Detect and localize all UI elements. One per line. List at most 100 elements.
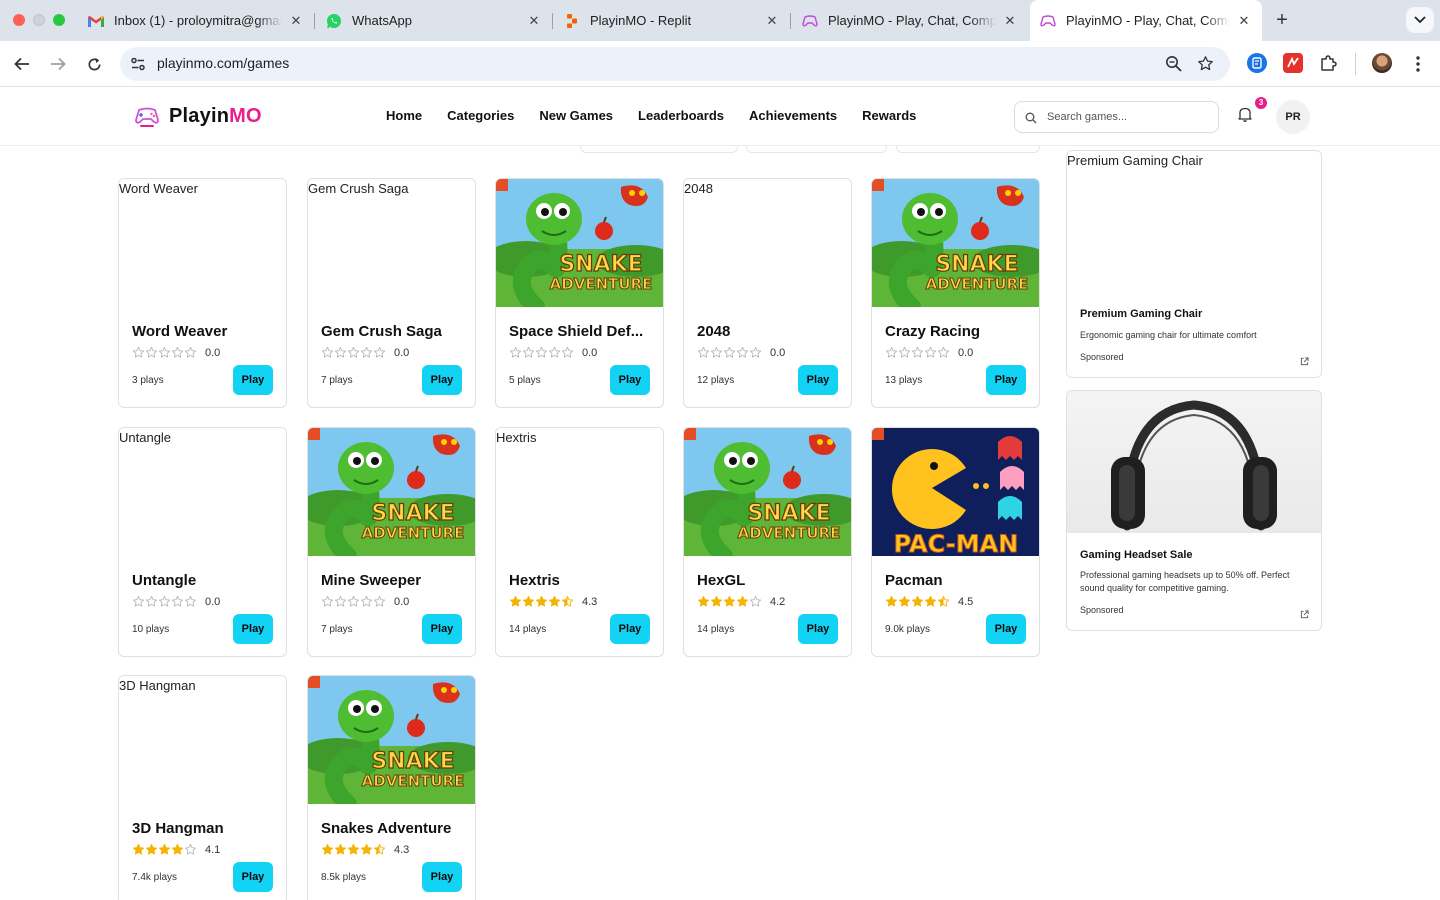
game-thumbnail[interactable]: SNAKE ADVENTURE — [684, 428, 851, 565]
browser-tab-replit[interactable]: PlayinMO - Replit ✕ — [554, 6, 790, 35]
game-title[interactable]: Pacman — [885, 572, 1030, 589]
bookmark-star-icon[interactable] — [1197, 55, 1213, 71]
nav-leaderboards[interactable]: Leaderboards — [638, 108, 724, 123]
play-count: 10 plays — [132, 624, 170, 635]
game-title[interactable]: HexGL — [697, 572, 842, 589]
profile-avatar[interactable] — [1372, 53, 1392, 73]
play-button[interactable]: Play — [610, 614, 650, 644]
game-thumbnail[interactable]: Hextris — [496, 428, 663, 556]
game-card[interactable]: 3D Hangman 3D Hangman 4.1 7.4k plays Play — [118, 675, 287, 900]
nav-new-games[interactable]: New Games — [539, 108, 613, 123]
snake-subtitle-text: ADVENTURE — [738, 524, 841, 542]
play-button[interactable]: Play — [422, 614, 462, 644]
play-button[interactable]: Play — [798, 614, 838, 644]
play-button[interactable]: Play — [233, 614, 273, 644]
snake-title-text: SNAKE — [935, 252, 1018, 277]
game-title[interactable]: 3D Hangman — [132, 820, 277, 837]
game-title[interactable]: 2048 — [697, 323, 842, 340]
ad-card-gaming-headset[interactable]: Gaming Headset Sale Professional gaming … — [1066, 390, 1322, 631]
reload-button[interactable] — [82, 52, 106, 76]
game-thumbnail[interactable]: Untangle — [119, 428, 286, 556]
site-settings-icon[interactable] — [130, 56, 146, 77]
game-card[interactable]: Word Weaver Word Weaver 0.0 3 plays Play — [118, 178, 287, 408]
game-card[interactable]: Untangle Untangle 0.0 10 plays Play — [118, 427, 287, 657]
game-thumbnail[interactable]: SNAKE ADVENTURE — [308, 676, 475, 813]
game-thumbnail[interactable]: PAC-MAN — [872, 428, 1039, 559]
game-card[interactable]: SNAKE ADVENTURE Mine Sweeper 0.0 7 plays… — [307, 427, 476, 657]
play-button[interactable]: Play — [422, 365, 462, 395]
tab-search-button[interactable] — [1406, 7, 1434, 33]
star-icon — [561, 595, 574, 607]
window-close-button[interactable] — [13, 14, 25, 26]
close-icon[interactable]: ✕ — [288, 13, 304, 29]
game-thumbnail[interactable]: SNAKE ADVENTURE — [872, 179, 1039, 316]
star-icon — [347, 595, 360, 607]
game-title[interactable]: Untangle — [132, 572, 277, 589]
star-icon — [321, 595, 334, 607]
game-thumbnail[interactable]: Gem Crush Saga — [308, 179, 475, 307]
extension-translate-icon[interactable] — [1247, 53, 1267, 73]
play-button[interactable]: Play — [610, 365, 650, 395]
game-card[interactable]: SNAKE ADVENTURE Space Shield Def... 0.0 … — [495, 178, 664, 408]
extensions-puzzle-icon[interactable] — [1318, 53, 1338, 73]
close-icon[interactable]: ✕ — [764, 13, 780, 29]
site-logo[interactable]: PlayinMO — [134, 103, 262, 129]
game-title[interactable]: Space Shield Def... — [509, 323, 654, 340]
new-tab-button[interactable]: + — [1272, 10, 1292, 30]
star-icon — [334, 346, 347, 358]
zoom-icon[interactable] — [1165, 55, 1182, 77]
address-bar[interactable]: playinmo.com/games — [120, 47, 1230, 81]
game-card[interactable]: Gem Crush Saga Gem Crush Saga 0.0 7 plays… — [307, 178, 476, 408]
search-input[interactable] — [1047, 108, 1212, 126]
browser-tab-playinmo[interactable]: PlayinMO - Play, Chat, Compete ✕ — [792, 6, 1028, 35]
game-thumbnail[interactable]: SNAKE ADVENTURE — [308, 428, 475, 565]
browser-tab-playinmo-active[interactable]: PlayinMO - Play, Chat, Compete ✕ — [1030, 0, 1262, 41]
star-icon — [184, 346, 197, 358]
game-card[interactable]: PAC-MAN Pacman 4.5 9.0k plays Play — [871, 427, 1040, 657]
nav-categories[interactable]: Categories — [447, 108, 514, 123]
game-title[interactable]: Word Weaver — [132, 323, 277, 340]
back-button[interactable] — [10, 52, 34, 76]
play-button[interactable]: Play — [233, 862, 273, 892]
game-thumbnail[interactable]: 2048 — [684, 179, 851, 307]
browser-tab-gmail[interactable]: Inbox (1) - proloymitra@gmail.com ✕ — [78, 6, 314, 35]
game-title[interactable]: Crazy Racing — [885, 323, 1030, 340]
play-button[interactable]: Play — [233, 365, 273, 395]
window-minimize-button[interactable] — [33, 14, 45, 26]
game-card[interactable]: SNAKE ADVENTURE Crazy Racing 0.0 13 play… — [871, 178, 1040, 408]
game-card[interactable]: SNAKE ADVENTURE HexGL 4.2 14 plays Play — [683, 427, 852, 657]
user-avatar[interactable]: PR — [1276, 100, 1310, 134]
game-card[interactable]: SNAKE ADVENTURE Snakes Adventure 4.3 8.5… — [307, 675, 476, 900]
game-title[interactable]: Gem Crush Saga — [321, 323, 466, 340]
play-button[interactable]: Play — [986, 614, 1026, 644]
nav-rewards[interactable]: Rewards — [862, 108, 916, 123]
game-thumbnail[interactable]: Word Weaver — [119, 179, 286, 307]
star-icon — [132, 843, 145, 855]
ad-card-gaming-chair[interactable]: Premium Gaming Chair Premium Gaming Chai… — [1066, 150, 1322, 378]
play-button[interactable]: Play — [798, 365, 838, 395]
extension-pdf-icon[interactable] — [1283, 53, 1303, 73]
close-icon[interactable]: ✕ — [1236, 13, 1252, 29]
external-link-icon[interactable] — [1300, 353, 1309, 371]
nav-achievements[interactable]: Achievements — [749, 108, 837, 123]
external-link-icon[interactable] — [1300, 606, 1309, 624]
notification-bell-icon[interactable] — [1238, 106, 1252, 127]
game-thumbnail[interactable]: SNAKE ADVENTURE — [496, 179, 663, 316]
play-button[interactable]: Play — [422, 862, 462, 892]
game-title[interactable]: Snakes Adventure — [321, 820, 466, 837]
play-button[interactable]: Play — [986, 365, 1026, 395]
game-title[interactable]: Hextris — [509, 572, 654, 589]
menu-button[interactable] — [1406, 52, 1430, 76]
window-maximize-button[interactable] — [53, 14, 65, 26]
forward-button[interactable] — [46, 52, 70, 76]
close-icon[interactable]: ✕ — [526, 13, 542, 29]
game-thumbnail[interactable]: 3D Hangman — [119, 676, 286, 804]
game-card[interactable]: 2048 2048 0.0 12 plays Play — [683, 178, 852, 408]
game-title[interactable]: Mine Sweeper — [321, 572, 466, 589]
nav-home[interactable]: Home — [386, 108, 422, 123]
ad-sponsored-label: Sponsored — [1080, 352, 1124, 362]
close-icon[interactable]: ✕ — [1002, 13, 1018, 29]
whatsapp-icon — [326, 13, 342, 29]
browser-tab-whatsapp[interactable]: WhatsApp ✕ — [316, 6, 552, 35]
game-card[interactable]: Hextris Hextris 4.3 14 plays Play — [495, 427, 664, 657]
